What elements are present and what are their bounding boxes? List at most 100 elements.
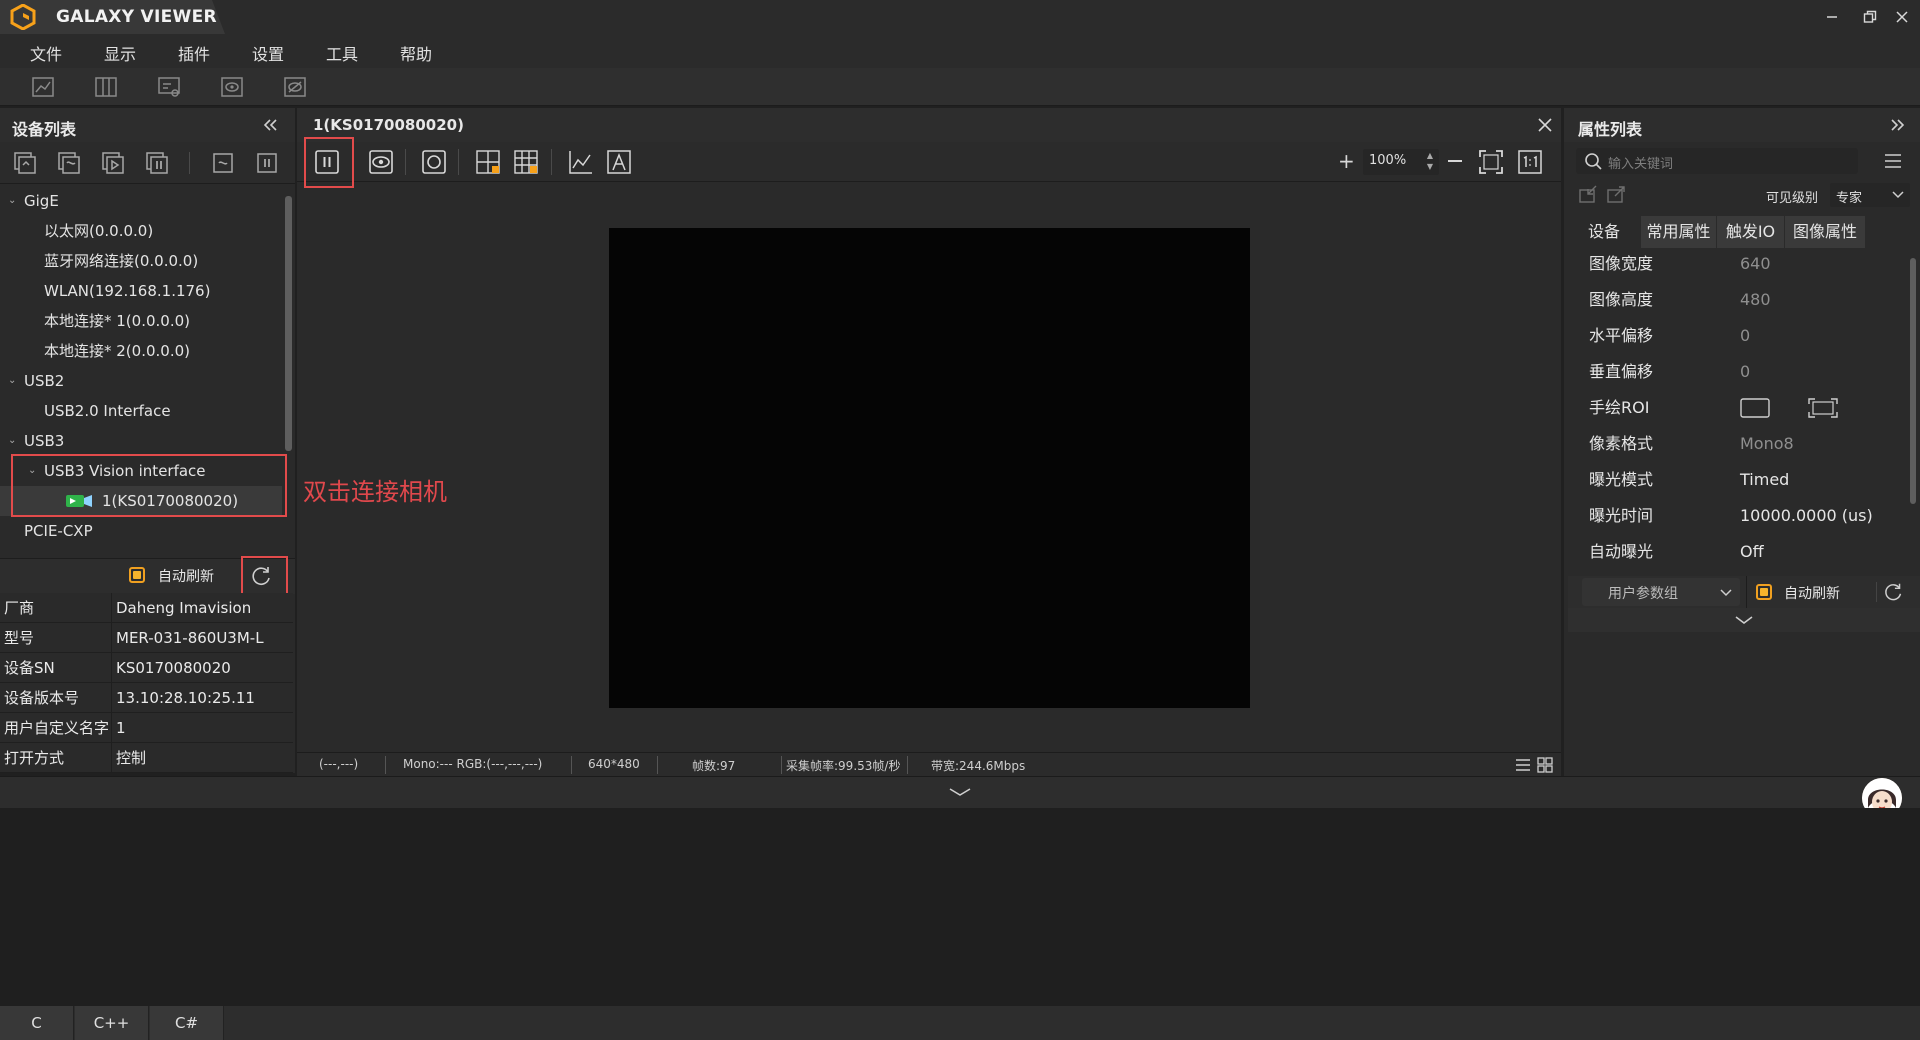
property-auto-refresh-checkbox[interactable]: [1756, 584, 1772, 600]
snapshot-icon[interactable]: [418, 146, 450, 178]
auto-refresh-label: 自动刷新: [158, 569, 214, 585]
status-coord: (---,---): [319, 757, 359, 771]
code-tabs: C C++ C#: [0, 1006, 1920, 1040]
tree-item-ethernet[interactable]: 以太网(0.0.0.0): [0, 216, 282, 246]
camera-image[interactable]: [609, 228, 1250, 708]
export-config-icon[interactable]: [1606, 184, 1628, 204]
refresh-devices-icon[interactable]: [208, 148, 238, 178]
preview-eye-icon[interactable]: [365, 146, 397, 178]
property-panel-title: 属性列表: [1578, 120, 1643, 139]
auto-refresh-checkbox[interactable]: [129, 567, 145, 583]
toolbar-divider: [458, 149, 459, 175]
prop-row-exposure-mode[interactable]: 曝光模式 Timed: [1568, 462, 1908, 498]
caret-down-icon[interactable]: ⌄: [8, 366, 16, 396]
menu-file[interactable]: 文件: [30, 41, 62, 65]
bar-divider: [1746, 576, 1747, 608]
visibility-select[interactable]: 专家: [1830, 183, 1910, 207]
split-view-icon[interactable]: [91, 72, 121, 102]
tree-node-usb2[interactable]: ⌄ USB2: [0, 366, 282, 396]
tree-scroll-thumb[interactable]: [285, 196, 292, 451]
zoom-spin-icon[interactable]: ▲ ▼: [1427, 150, 1433, 172]
prop-row-height[interactable]: 图像高度 480: [1568, 282, 1908, 318]
tab-trigger-io[interactable]: 触发IO: [1717, 216, 1784, 248]
chevron-down-icon[interactable]: [948, 786, 972, 798]
text-overlay-icon[interactable]: [603, 146, 635, 178]
tree-item-wlan[interactable]: WLAN(192.168.1.176): [0, 276, 282, 306]
prop-row-pixel-format[interactable]: 像素格式 Mono8: [1568, 426, 1908, 462]
pause-device-icon[interactable]: [252, 148, 282, 178]
crosshair-icon[interactable]: [472, 146, 504, 178]
caret-down-icon[interactable]: ⌄: [8, 186, 16, 216]
prop-row-width[interactable]: 图像宽度 640: [1568, 246, 1908, 282]
roi-draw-icon[interactable]: [1740, 398, 1770, 418]
menu-help[interactable]: 帮助: [400, 41, 432, 65]
status-resolution: 640*480: [588, 757, 640, 771]
tree-item-local2[interactable]: 本地连接* 2(0.0.0.0): [0, 336, 282, 366]
preview-window-icon[interactable]: [217, 72, 247, 102]
status-frames: 帧数:97: [692, 759, 736, 773]
close-viewer-icon[interactable]: [1536, 116, 1554, 134]
search-icon: [1584, 152, 1602, 170]
highlight-camera-box: [11, 454, 287, 517]
menu-settings[interactable]: 设置: [252, 41, 284, 65]
menu-icon[interactable]: [1884, 152, 1902, 170]
property-refresh-icon[interactable]: [1882, 580, 1906, 604]
prop-row-roi[interactable]: 手绘ROI: [1568, 390, 1908, 426]
toolbar-divider: [189, 152, 190, 174]
close-device-icon[interactable]: [54, 148, 84, 178]
viewer-title: 1(KS0170080020): [313, 116, 464, 134]
tree-item-usb2-interface[interactable]: USB2.0 Interface: [0, 396, 282, 426]
zoom-out-button[interactable]: [1448, 160, 1462, 162]
info-row-open-mode: 打开方式 控制: [0, 743, 293, 773]
menu-tools[interactable]: 工具: [326, 41, 358, 65]
hide-window-icon[interactable]: [280, 72, 310, 102]
property-auto-refresh-label: 自动刷新: [1784, 586, 1840, 602]
collapse-right-icon[interactable]: [1888, 116, 1908, 134]
code-tab-cpp[interactable]: C++: [75, 1006, 149, 1040]
stats-window-icon[interactable]: [154, 72, 184, 102]
tree-node-gige[interactable]: ⌄ GigE: [0, 186, 282, 216]
roi-fullscreen-icon[interactable]: [1808, 398, 1838, 418]
zoom-input[interactable]: 100% ▲ ▼: [1363, 149, 1439, 175]
collapse-left-icon[interactable]: [260, 116, 280, 134]
status-pixel: Mono:--- RGB:(---,---,---): [403, 757, 543, 771]
tab-image[interactable]: 图像属性: [1785, 216, 1865, 248]
tree-node-usb3[interactable]: ⌄ USB3: [0, 426, 282, 456]
line-profile-icon[interactable]: [565, 146, 597, 178]
stop-acquisition-icon[interactable]: [142, 148, 172, 178]
caret-down-icon[interactable]: ⌄: [8, 426, 16, 456]
prop-row-offset-x[interactable]: 水平偏移 0: [1568, 318, 1908, 354]
grid-icon[interactable]: [510, 146, 542, 178]
chevron-down-icon: [1720, 587, 1732, 597]
app-title: GALAXY VIEWER: [56, 7, 217, 27]
minimize-button[interactable]: [1820, 5, 1844, 29]
import-config-icon[interactable]: [1578, 184, 1600, 204]
viewer-status-bar: (---,---) Mono:--- RGB:(---,---,---) 640…: [297, 752, 1561, 776]
list-view-icon[interactable]: [1515, 757, 1531, 773]
tab-common[interactable]: 常用属性: [1641, 216, 1716, 248]
histogram-window-icon[interactable]: [28, 72, 58, 102]
chevron-down-icon[interactable]: [1734, 614, 1754, 626]
prop-row-auto-exposure[interactable]: 自动曝光 Off: [1568, 534, 1908, 570]
menu-view[interactable]: 显示: [104, 41, 136, 65]
restore-button[interactable]: [1858, 5, 1882, 29]
zoom-in-button[interactable]: +: [1338, 150, 1358, 172]
grid-view-icon[interactable]: [1537, 757, 1553, 773]
actual-size-icon[interactable]: [1514, 146, 1546, 178]
tree-node-pcie[interactable]: PCIE-CXP: [0, 516, 282, 546]
fit-window-icon[interactable]: [1475, 146, 1507, 178]
prop-row-exposure-time[interactable]: 曝光时间 10000.0000 (us): [1568, 498, 1908, 534]
tree-item-bluetooth[interactable]: 蓝牙网络连接(0.0.0.0): [0, 246, 282, 276]
user-group-select[interactable]: 用户参数组: [1582, 578, 1740, 606]
open-device-icon[interactable]: [10, 148, 40, 178]
code-tab-csharp[interactable]: C#: [150, 1006, 224, 1040]
prop-row-offset-y[interactable]: 垂直偏移 0: [1568, 354, 1908, 390]
start-acquisition-icon[interactable]: [98, 148, 128, 178]
property-tabs: 设备 常用属性 触发IO 图像属性: [1568, 216, 1920, 248]
tree-item-local1[interactable]: 本地连接* 1(0.0.0.0): [0, 306, 282, 336]
code-tab-c[interactable]: C: [0, 1006, 74, 1040]
close-window-button[interactable]: [1890, 5, 1914, 29]
tab-device[interactable]: 设备: [1568, 216, 1640, 248]
property-scroll-thumb[interactable]: [1910, 258, 1916, 504]
menu-plugins[interactable]: 插件: [178, 41, 210, 65]
